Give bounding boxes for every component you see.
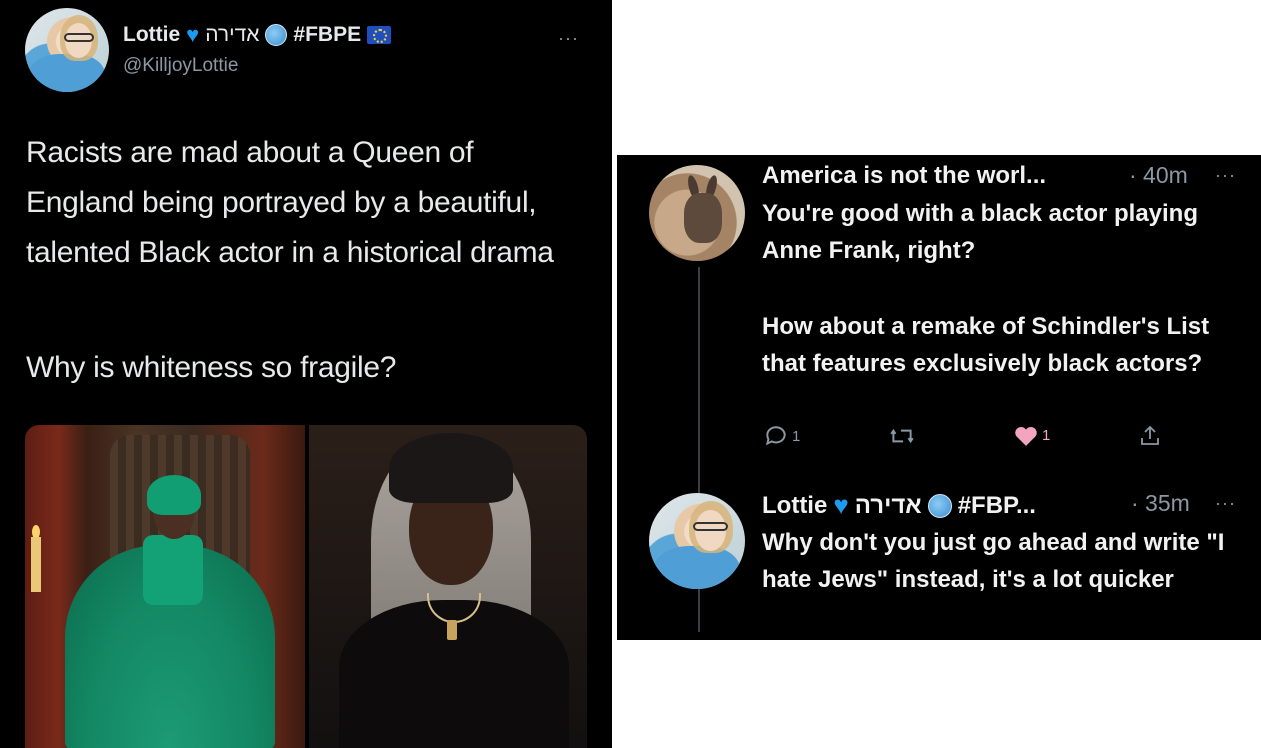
tweet-body-second-paragraph: Why is whiteness so fragile? [26,351,397,384]
replies-panel: America is not the worl... · 40m ··· You… [617,155,1261,640]
like-icon [1015,426,1037,446]
reply-2-name-hebrew: אדירה [854,491,922,519]
author-name-row[interactable]: Lottie ♥ אדירה #FBPE [123,22,392,48]
like-button[interactable]: 1 [1013,423,1050,447]
blue-heart-icon: ♥ [833,490,849,520]
reply-button[interactable]: 1 [763,423,800,449]
like-count: 1 [1042,426,1051,444]
share-icon [1141,425,1159,445]
more-icon[interactable]: ··· [558,28,579,49]
globe-icon [265,24,288,46]
reply-2-name-row[interactable]: Lottie ♥ אדירה #FBP... [762,490,1036,521]
more-icon[interactable]: ··· [1215,165,1236,186]
author-display-name: Lottie [123,23,181,46]
reply-2-display-name: Lottie [762,491,828,519]
author-name-hebrew: אדירה [205,23,260,46]
reply-icon [765,426,786,446]
blue-heart-icon: ♥ [186,22,200,47]
lottie-avatar-reply[interactable] [649,493,745,589]
left-tweet-panel: Lottie ♥ אדירה #FBPE @KilljoyLottie ··· … [0,0,612,748]
reply-1-time[interactable]: · 40m [1129,162,1188,189]
more-icon[interactable]: ··· [1215,493,1236,514]
share-button[interactable] [1138,423,1162,449]
tweet-body: Racists are mad about a Queen of England… [26,136,554,269]
retweet-icon [890,428,914,444]
media-photo-green-dress[interactable] [25,425,305,748]
reply-2-name-tag: #FBP... [957,491,1036,519]
america-avatar[interactable] [649,165,745,261]
eu-flag-icon [367,26,392,44]
globe-icon [927,493,952,518]
reply-1-display-name[interactable]: America is not the worl... [762,162,1046,190]
reply-count: 1 [792,427,801,445]
reply-1-actions: 1 1 [763,423,1163,457]
reply-1-text-second-paragraph: How about a remake of Schindler's List t… [762,313,1210,377]
retweet-button[interactable] [888,423,919,449]
lottie-avatar[interactable] [25,8,109,92]
reply-2-text: Why don't you just go ahead and write "I… [762,529,1225,593]
reply-2-time[interactable]: · 35m [1131,490,1190,517]
author-name-tag: #FBPE [293,23,362,46]
reply-1-text: You're good with a black actor playing A… [762,200,1198,264]
tweet-media[interactable] [25,425,587,748]
author-handle[interactable]: @KilljoyLottie [123,55,238,77]
media-photo-black-gown[interactable] [309,425,587,748]
